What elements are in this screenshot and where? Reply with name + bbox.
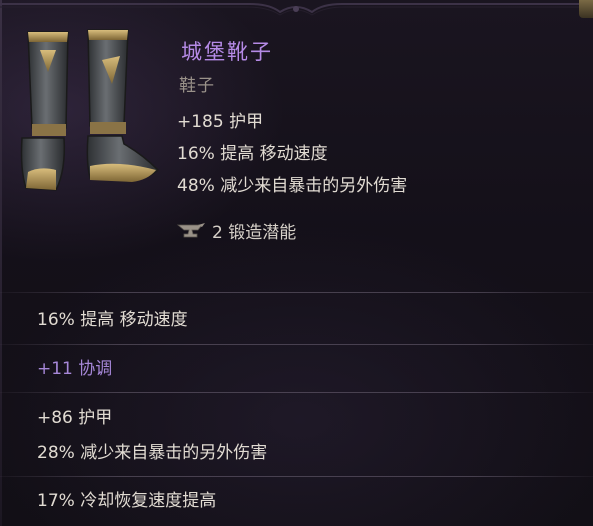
- base-stats: +185 护甲 16% 提高 移动速度 48% 减少来自暴击的另外伤害: [177, 106, 407, 202]
- corner-ornament: [579, 0, 593, 18]
- base-stat-move-speed: 16% 提高 移动速度: [177, 144, 328, 164]
- affix-armor: +86 护甲: [37, 408, 113, 428]
- affix-move-speed: 16% 提高 移动速度: [37, 310, 188, 330]
- item-tooltip: 城堡靴子 鞋子 +185 护甲 16% 提高 移动速度 48% 减少来自暴击的另…: [0, 0, 593, 526]
- plate-boots-icon: [20, 29, 160, 191]
- affix-cooldown-recovery: 17% 冷却恢复速度提高: [37, 491, 217, 511]
- divider: [0, 392, 593, 393]
- divider: [0, 344, 593, 345]
- affix-coordination: +11 协调: [37, 359, 113, 379]
- anvil-icon: [176, 223, 205, 238]
- item-type: 鞋子: [179, 76, 215, 96]
- forge-potential: 2 锻造潜能: [176, 215, 296, 245]
- base-stat-armor: +185 护甲: [177, 112, 264, 132]
- divider: [0, 476, 593, 477]
- ornate-top-border: [0, 3, 593, 16]
- affix-crit-reduction: 28% 减少来自暴击的另外伤害: [37, 443, 268, 463]
- divider: [0, 292, 593, 293]
- frame-left-edge: [0, 0, 2, 526]
- base-stat-crit-reduction: 48% 减少来自暴击的另外伤害: [177, 176, 408, 196]
- item-name: 城堡靴子: [181, 40, 273, 64]
- forge-potential-text: 2 锻造潜能: [212, 222, 297, 243]
